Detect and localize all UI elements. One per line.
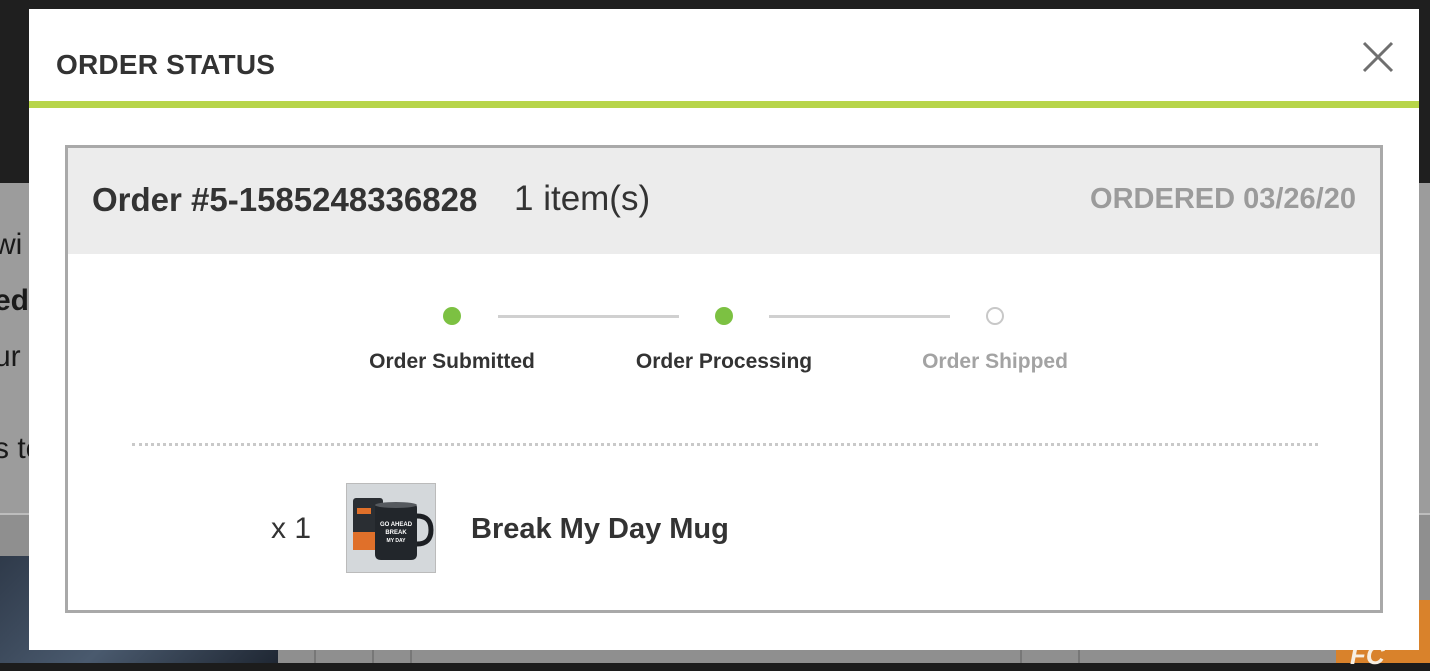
order-date: ORDERED 03/26/20 bbox=[1090, 183, 1356, 215]
close-button[interactable] bbox=[1360, 39, 1396, 75]
background-text: ed bbox=[0, 284, 30, 317]
order-status-modal: ORDER STATUS Order #5-1585248336828 1 it… bbox=[29, 9, 1419, 650]
product-name[interactable]: Break My Day Mug bbox=[471, 513, 729, 546]
step-complete-dot bbox=[443, 307, 461, 325]
mug-icon: GO AHEAD BREAK MY DAY bbox=[347, 484, 435, 572]
mug-print-line: BREAK bbox=[385, 530, 407, 536]
modal-title: ORDER STATUS bbox=[56, 49, 276, 80]
step-pending-dot bbox=[986, 307, 1004, 325]
step-connector bbox=[769, 315, 950, 318]
mug-print-line: MY DAY bbox=[387, 538, 407, 544]
close-icon bbox=[1362, 41, 1394, 73]
section-divider bbox=[132, 443, 1318, 446]
background-text: ur bbox=[0, 340, 21, 373]
mug-print-line: GO AHEAD bbox=[380, 522, 413, 528]
order-number: Order #5-1585248336828 bbox=[92, 181, 478, 218]
modal-header: ORDER STATUS bbox=[29, 9, 1419, 101]
header-accent-rule bbox=[29, 101, 1419, 108]
background-text: wi bbox=[0, 228, 23, 261]
step-label-shipped: Order Shipped bbox=[922, 350, 1068, 373]
order-summary-header: Order #5-1585248336828 1 item(s) ORDERED… bbox=[68, 148, 1380, 254]
step-complete-dot bbox=[715, 307, 733, 325]
order-item-count: 1 item(s) bbox=[514, 179, 651, 218]
product-thumbnail[interactable]: GO AHEAD BREAK MY DAY bbox=[346, 483, 436, 573]
order-card: Order #5-1585248336828 1 item(s) ORDERED… bbox=[65, 145, 1383, 613]
step-label-processing: Order Processing bbox=[635, 350, 813, 373]
step-connector bbox=[498, 315, 679, 318]
step-label-submitted: Order Submitted bbox=[369, 350, 535, 373]
item-quantity: x 1 bbox=[271, 512, 312, 545]
